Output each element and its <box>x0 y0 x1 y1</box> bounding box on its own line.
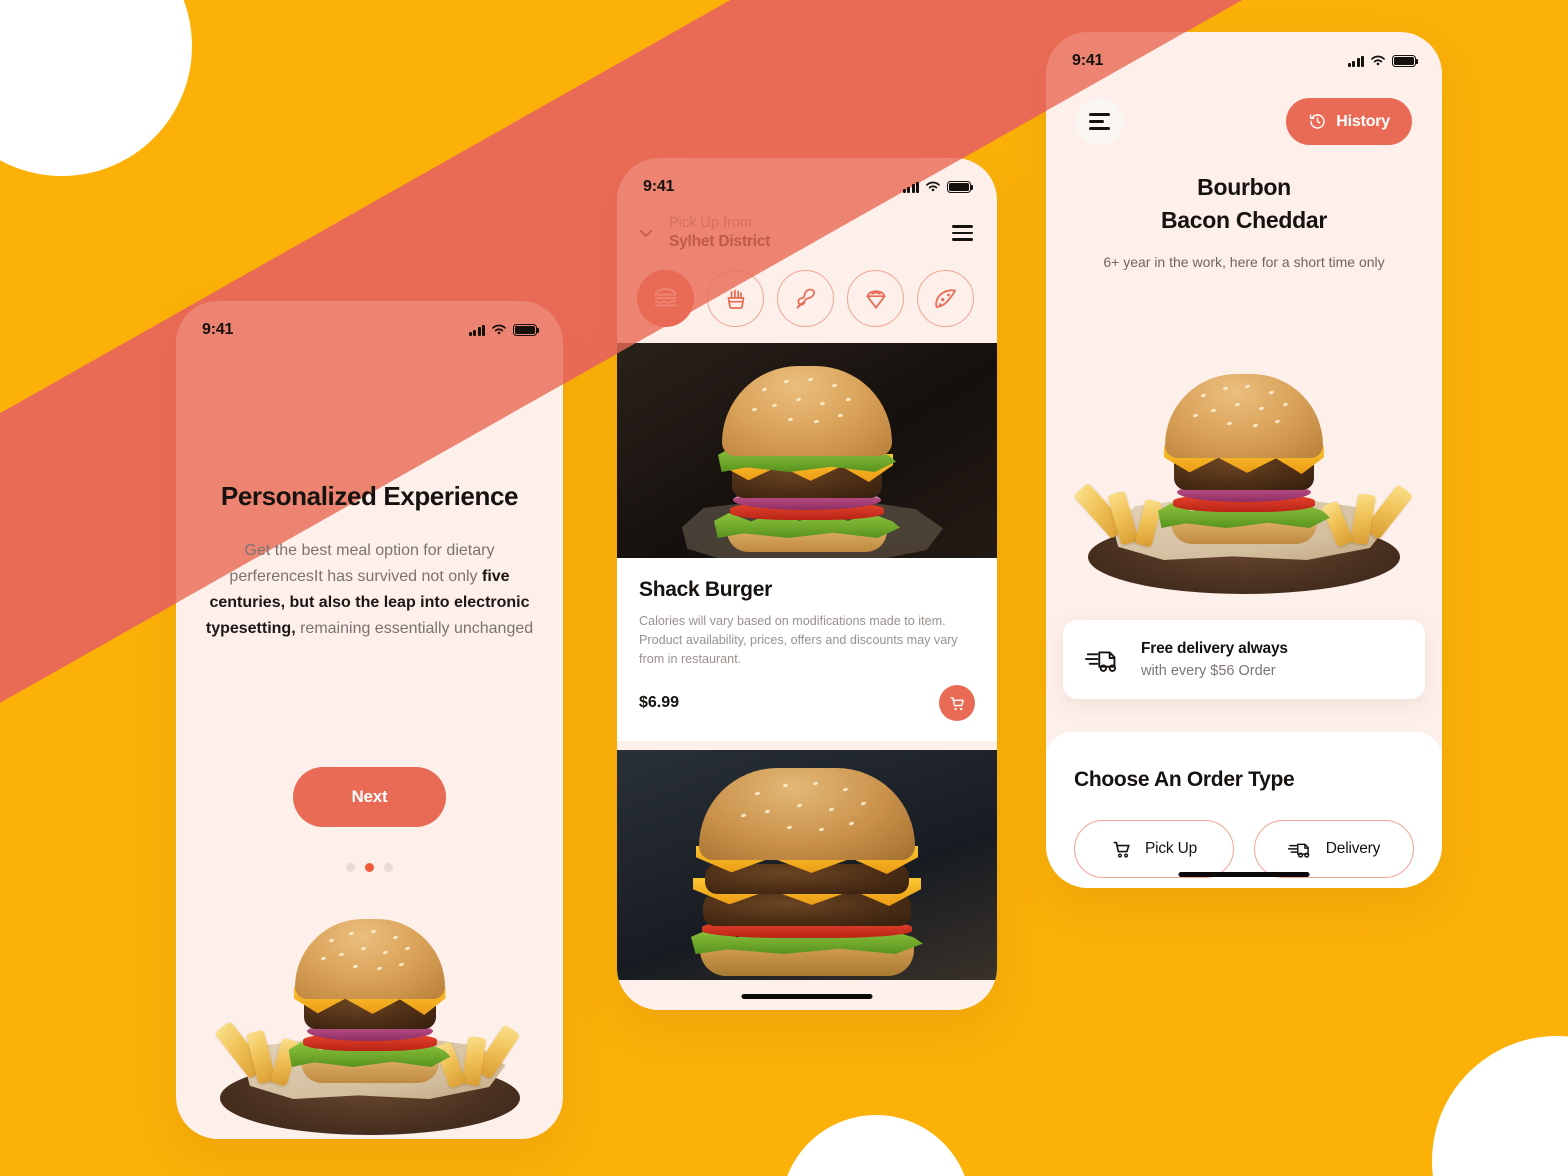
category-filter-row <box>617 252 997 343</box>
decor-circle-bottom-right <box>1432 1036 1568 1176</box>
category-sandwich[interactable] <box>847 270 904 327</box>
onboarding-content: Personalized Experience Get the best mea… <box>176 481 563 642</box>
pagination-dots[interactable] <box>176 863 563 872</box>
product-footer: $6.99 <box>639 685 975 721</box>
detail-header: History <box>1046 76 1442 145</box>
battery-icon <box>1392 55 1419 67</box>
location-label: Pick Up from <box>669 215 752 231</box>
category-fries[interactable] <box>707 270 764 327</box>
onboarding-description: Get the best meal option for dietary per… <box>202 538 537 642</box>
delivery-subtitle: with every $56 Order <box>1141 663 1276 679</box>
delivery-label: Delivery <box>1325 840 1381 857</box>
next-button[interactable]: Next <box>293 767 446 827</box>
pagination-dot-3[interactable] <box>384 863 393 872</box>
wifi-icon <box>1371 55 1385 66</box>
category-burger[interactable] <box>637 270 694 327</box>
pick-up-button[interactable]: Pick Up <box>1074 820 1234 878</box>
burger-illustration <box>1046 332 1442 632</box>
cellular-signal-icon <box>1347 55 1364 67</box>
free-delivery-card: Free delivery always with every $56 Orde… <box>1063 620 1425 699</box>
delivery-button[interactable]: Delivery <box>1254 820 1414 878</box>
onboarding-cta-area: Next <box>176 767 563 872</box>
hamburger-menu-icon[interactable] <box>952 225 973 241</box>
home-header: Pick Up from Sylhet District <box>617 202 997 252</box>
order-type-options: Pick Up Delivery <box>1074 820 1414 878</box>
shopping-cart-icon <box>1113 841 1130 858</box>
detail-subtitle: 6+ year in the work, here for a short ti… <box>1103 254 1385 270</box>
chicken-drumstick-icon <box>796 288 815 309</box>
battery-icon <box>513 324 540 336</box>
pagination-dot-2[interactable] <box>365 863 374 872</box>
desc-part-1: Get the best meal option for dietary per… <box>229 542 495 585</box>
home-indicator <box>741 994 873 999</box>
cellular-signal-icon <box>902 181 919 193</box>
battery-icon <box>947 181 974 193</box>
detail-phone: 9:41 History Bourbon Bacon Cheddar 6+ ye… <box>1046 32 1442 888</box>
location-value: Sylhet District <box>669 233 771 250</box>
history-clock-icon <box>1310 114 1325 129</box>
chevron-down-icon <box>639 229 653 237</box>
shopping-cart-icon <box>949 696 964 710</box>
product-image <box>617 343 997 558</box>
delivery-truck-icon <box>1287 843 1310 858</box>
page-title: Personalized Experience <box>220 481 519 511</box>
pizza-slice-icon <box>934 288 956 308</box>
sandwich-icon <box>865 289 886 309</box>
product-info: Shack Burger Calories will vary based on… <box>617 558 997 741</box>
page-title: Bourbon Bacon Cheddar <box>1046 171 1442 237</box>
home-phone: 9:41 Pick Up from Sylhet District Shack … <box>617 158 997 1010</box>
history-button[interactable]: History <box>1286 98 1412 145</box>
decor-circle-top-left <box>0 0 192 176</box>
order-type-heading: Choose An Order Type <box>1074 768 1295 791</box>
status-icons <box>1347 55 1419 67</box>
desc-part-2: remaining essentially unchanged <box>295 620 534 637</box>
pagination-dot-1[interactable] <box>346 863 355 872</box>
title-line-1: Bourbon <box>1197 174 1291 200</box>
history-label: History <box>1336 112 1390 130</box>
product-name: Shack Burger <box>639 578 772 601</box>
home-indicator <box>1178 872 1310 877</box>
burger-illustration <box>176 855 563 1139</box>
status-bar: 9:41 <box>1046 32 1442 76</box>
add-to-cart-button[interactable] <box>939 685 975 721</box>
delivery-title: Free delivery always <box>1141 640 1288 657</box>
status-time: 9:41 <box>643 178 675 195</box>
title-line-2: Bacon Cheddar <box>1160 207 1328 233</box>
status-icons <box>468 324 540 336</box>
hamburger-menu-icon[interactable] <box>1076 98 1123 145</box>
fries-icon <box>727 288 744 309</box>
status-bar: 9:41 <box>176 301 563 345</box>
status-time: 9:41 <box>202 321 234 338</box>
product-price: $6.99 <box>639 694 680 711</box>
cellular-signal-icon <box>468 324 485 336</box>
location-selector[interactable]: Pick Up from Sylhet District <box>637 214 770 252</box>
order-type-panel: Choose An Order Type Pick Up Delivery <box>1046 732 1442 888</box>
burger-icon <box>654 288 677 307</box>
product-card[interactable] <box>617 750 997 980</box>
status-icons <box>902 181 974 193</box>
product-image <box>617 750 997 980</box>
delivery-truck-icon <box>1085 650 1117 672</box>
wifi-icon <box>492 324 506 335</box>
product-description: Calories will vary based on modification… <box>639 614 958 666</box>
category-chicken[interactable] <box>777 270 834 327</box>
status-bar: 9:41 <box>617 158 997 202</box>
category-pizza[interactable] <box>917 270 974 327</box>
wifi-icon <box>926 181 940 192</box>
decor-circle-bottom-center <box>781 1115 971 1176</box>
product-card[interactable]: Shack Burger Calories will vary based on… <box>617 343 997 741</box>
status-time: 9:41 <box>1072 52 1104 69</box>
pick-up-label: Pick Up <box>1144 840 1197 857</box>
onboarding-phone: 9:41 Personalized Experience Get the bes… <box>176 301 563 1139</box>
